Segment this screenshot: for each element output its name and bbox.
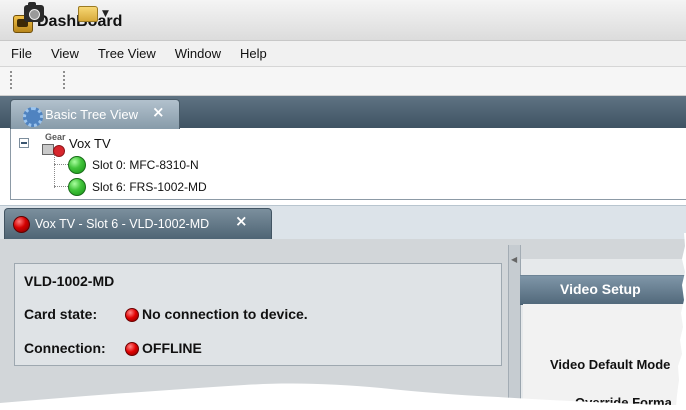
toolbar — [0, 67, 686, 96]
device-tab-strip: Vox TV - Slot 6 - VLD-1002-MD × — [0, 205, 686, 240]
slot-status-icon — [68, 156, 86, 174]
tree-connector — [54, 164, 68, 165]
tab-label: Basic Tree View — [45, 107, 138, 122]
tree-view-tab-strip: Basic Tree View × — [0, 96, 686, 129]
gear-icon — [23, 107, 43, 127]
split-arrow-icon[interactable]: ◀ — [511, 255, 517, 264]
folder-icon[interactable] — [78, 6, 98, 22]
gear-icon-label: Gear — [45, 132, 66, 142]
device-status-icon — [13, 216, 30, 233]
tree-connector — [54, 186, 68, 187]
menu-file[interactable]: File — [0, 46, 41, 61]
card-state-value: No connection to device. — [142, 306, 308, 322]
camera-icon[interactable] — [24, 2, 44, 22]
tab-basic-tree-view[interactable]: Basic Tree View × — [10, 99, 180, 129]
slot-status-icon — [68, 178, 86, 196]
tree-collapse-icon[interactable] — [19, 138, 29, 148]
tree-item-slot-6[interactable]: Slot 6: FRS-1002-MD — [92, 180, 207, 194]
menu-tree-view[interactable]: Tree View — [88, 46, 165, 61]
tree-connector — [54, 152, 55, 188]
card-state-status-icon — [125, 308, 139, 322]
menu-bar: File View Tree View Window Help — [0, 41, 686, 67]
tab-device-details[interactable]: Vox TV - Slot 6 - VLD-1002-MD × — [4, 208, 272, 240]
connection-status-icon — [125, 342, 139, 356]
video-setup-title: Video Setup — [560, 281, 641, 297]
tree-item-slot-0[interactable]: Slot 0: MFC-8310-N — [92, 158, 199, 172]
menu-view[interactable]: View — [41, 46, 88, 61]
torn-edge-bottom — [0, 383, 686, 407]
menu-window[interactable]: Window — [165, 46, 230, 61]
frame-status-icon — [53, 145, 65, 157]
connection-value: OFFLINE — [142, 340, 202, 356]
toolbar-separator — [63, 71, 65, 91]
connection-label: Connection: — [24, 340, 106, 356]
frame-gear-icon: Gear — [41, 132, 66, 157]
close-icon[interactable]: × — [152, 103, 165, 121]
tree-root-label[interactable]: Vox TV — [69, 136, 111, 151]
menu-help[interactable]: Help — [230, 46, 276, 61]
device-name: VLD-1002-MD — [24, 273, 115, 289]
video-default-mode-label: Video Default Mode — [550, 357, 671, 372]
toolbar-grip[interactable] — [10, 71, 12, 91]
card-state-label: Card state: — [24, 306, 98, 322]
close-icon[interactable]: × — [235, 212, 248, 230]
dropdown-arrow-icon[interactable]: ▼ — [102, 9, 109, 19]
device-tab-label: Vox TV - Slot 6 - VLD-1002-MD — [35, 217, 210, 231]
